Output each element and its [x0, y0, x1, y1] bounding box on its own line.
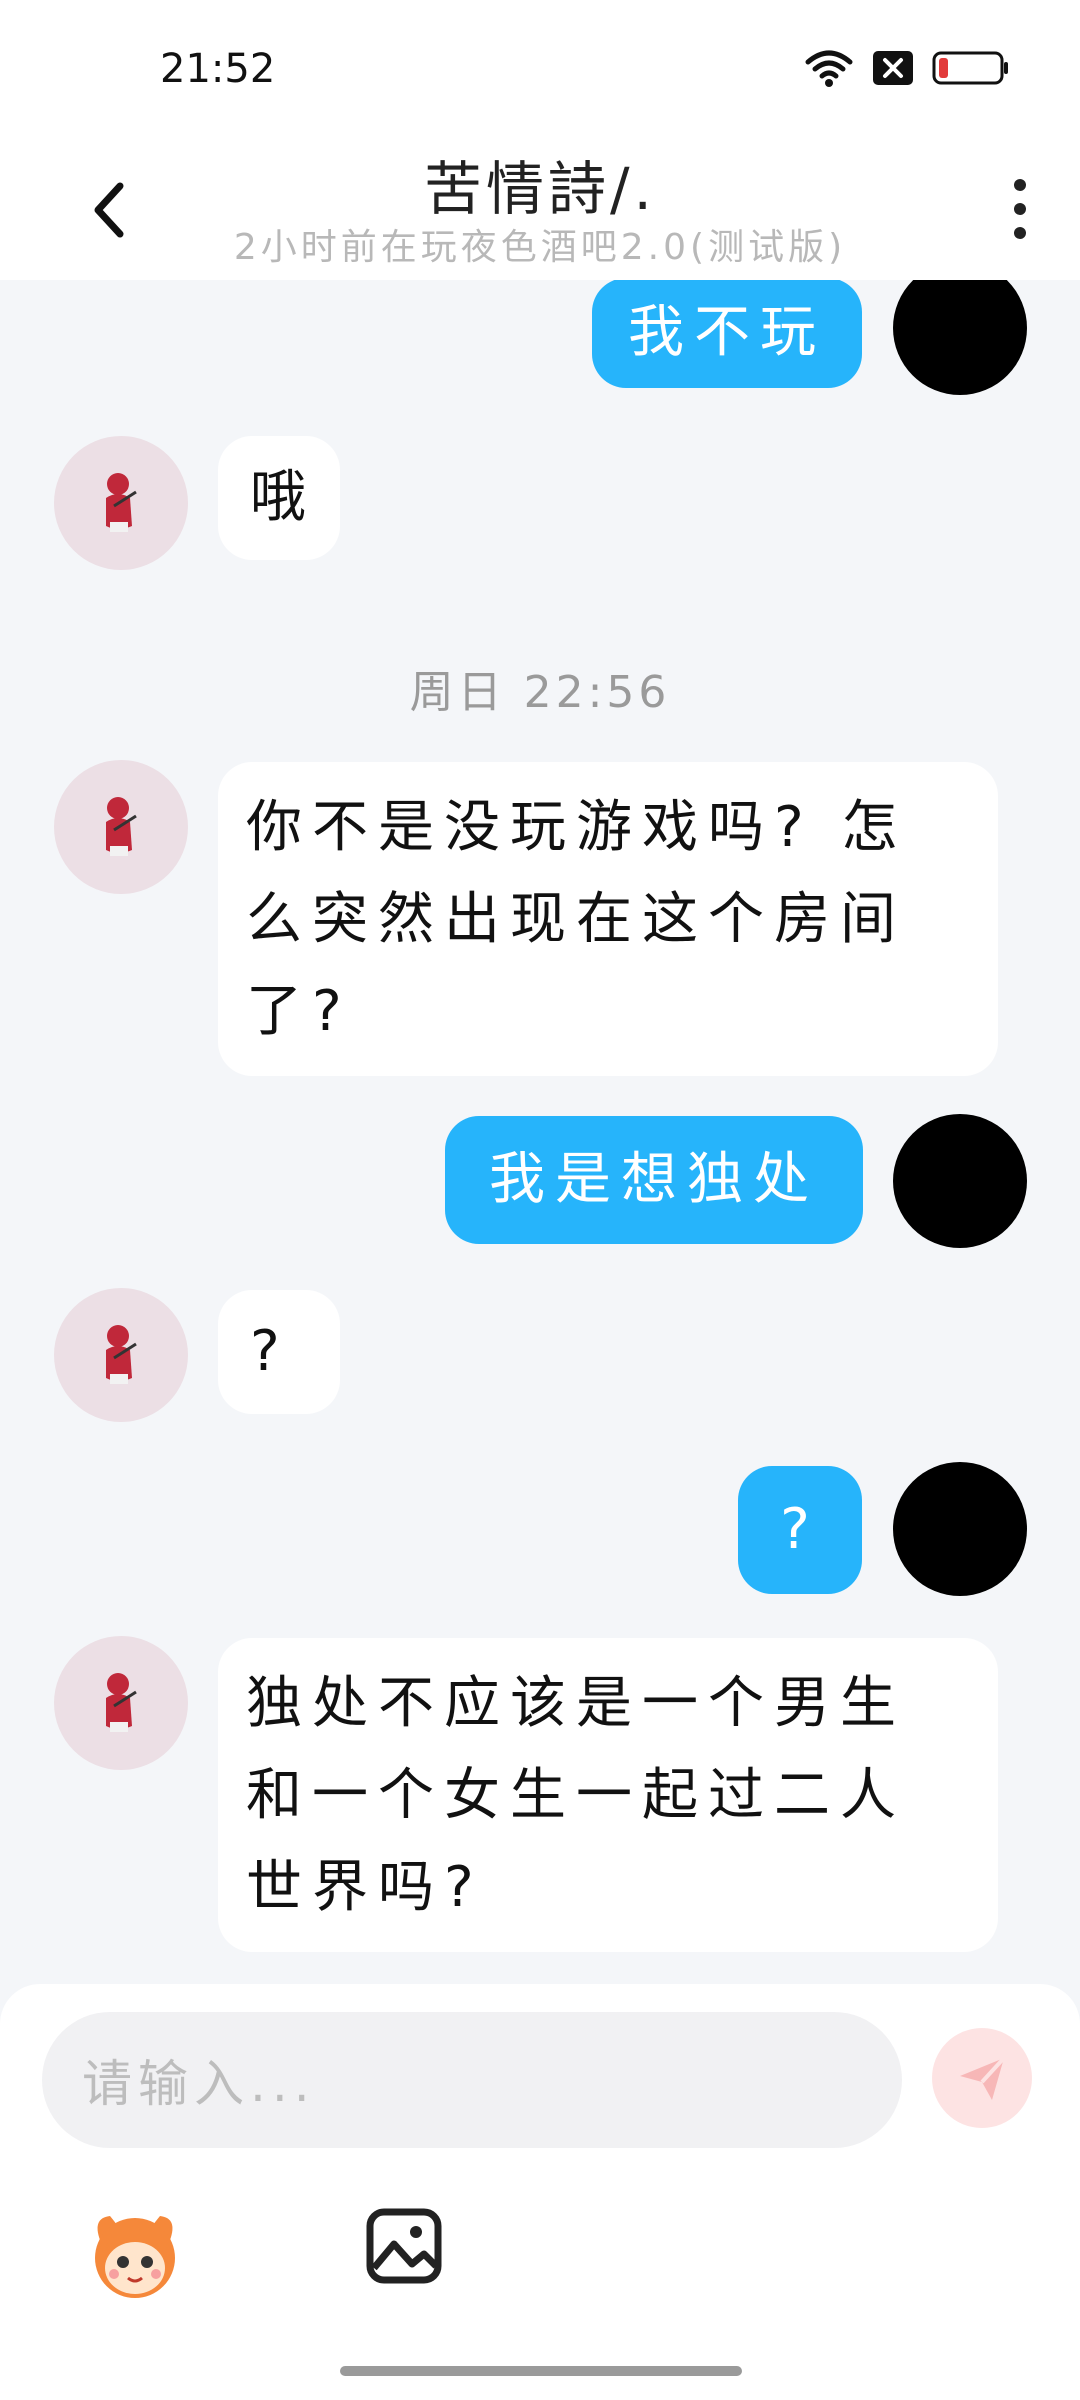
sim-blocked-icon [873, 51, 913, 85]
wifi-icon [805, 50, 853, 87]
avatar-figure-icon [106, 1673, 137, 1732]
message-text: 我不玩 [628, 300, 826, 365]
status-time: 21:52 [160, 46, 276, 92]
chat-subtitle: 2小时前在玩夜色酒吧2.0(测试版) [233, 227, 847, 268]
paper-plane-icon [960, 2056, 1006, 2100]
contact-avatar[interactable] [54, 436, 188, 570]
send-button[interactable] [932, 2028, 1032, 2128]
contact-avatar[interactable] [54, 1288, 188, 1422]
my-avatar[interactable] [893, 1114, 1027, 1248]
my-message-bubble[interactable]: ? [738, 1466, 862, 1594]
message-text: 独处不应该是一个男生和一个女生一起过二人世界吗? [246, 1671, 906, 1920]
more-vertical-icon [1014, 179, 1026, 191]
avatar-figure-icon [106, 473, 137, 532]
message-text: ? [780, 1497, 820, 1562]
status-icons [804, 48, 1010, 88]
message-input[interactable]: 请输入... [42, 2012, 902, 2148]
contact-avatar[interactable] [54, 760, 188, 894]
image-button[interactable] [364, 2206, 444, 2286]
more-button[interactable] [1000, 164, 1040, 254]
contact-avatar[interactable] [54, 1636, 188, 1770]
contact-message-bubble[interactable]: 哦 [218, 436, 340, 560]
message-text: ? [250, 1319, 290, 1384]
mascot-emoji-icon [95, 2216, 175, 2298]
message-text: 我是想独处 [489, 1147, 819, 1212]
emoji-button[interactable] [80, 2198, 190, 2308]
message-text: 哦 [250, 465, 316, 530]
my-message-bubble[interactable]: 我是想独处 [445, 1116, 863, 1244]
home-indicator[interactable] [340, 2366, 742, 2376]
image-icon [366, 2208, 442, 2284]
contact-message-bubble[interactable]: ? [218, 1290, 340, 1414]
my-avatar[interactable] [893, 1462, 1027, 1596]
my-avatar[interactable] [893, 280, 1027, 395]
avatar-figure-icon [106, 1325, 137, 1384]
contact-message-bubble[interactable]: 你不是没玩游戏吗? 怎么突然出现在这个房间了? [218, 762, 998, 1076]
my-message-bubble[interactable]: 我不玩 [592, 280, 862, 388]
time-divider: 周日 22:56 [409, 667, 671, 718]
chat-title: 苦情詩/. [424, 155, 656, 223]
message-text: 你不是没玩游戏吗? 怎么突然出现在这个房间了? [246, 795, 908, 1044]
message-list[interactable]: 我不玩 哦 周日 22:56 你不是没玩游戏吗? 怎么突然出现在这个房间了? 我… [0, 280, 1080, 1980]
input-placeholder: 请输入... [82, 2055, 316, 2113]
composer-panel: 请输入... [0, 1984, 1080, 2400]
battery-icon [932, 51, 1008, 85]
contact-message-bubble[interactable]: 独处不应该是一个男生和一个女生一起过二人世界吗? [218, 1638, 998, 1952]
chat-header: 苦情詩/. 2小时前在玩夜色酒吧2.0(测试版) [0, 140, 1080, 280]
status-bar: 21:52 [0, 0, 1080, 140]
avatar-figure-icon [106, 797, 137, 856]
